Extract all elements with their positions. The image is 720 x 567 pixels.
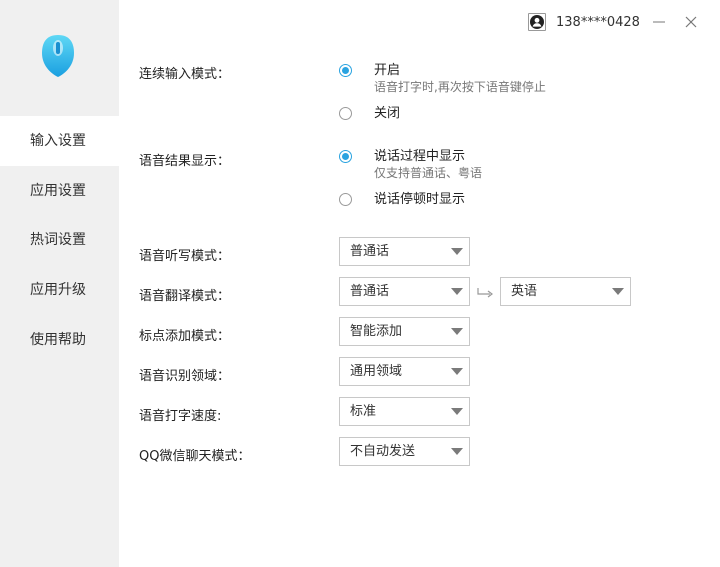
sidebar-item-app-settings[interactable]: 应用设置 [0,166,119,216]
minimize-icon [653,21,665,23]
punctuation-mode-label: 标点添加模式： [139,329,231,344]
chevron-down-icon [451,368,463,375]
radio-hint: 仅支持普通话、粤语 [374,166,483,180]
radio-continuous-on[interactable] [339,64,352,77]
translation-target-select[interactable]: 英语 [500,277,631,306]
close-button[interactable] [683,12,699,32]
sidebar-item-input-settings[interactable]: 输入设置 [0,116,119,166]
chevron-down-icon [451,328,463,335]
radio-label: 关闭 [374,106,401,121]
sidebar-item-hotword-settings[interactable]: 热词设置 [0,215,119,265]
sidebar-item-help[interactable]: 使用帮助 [0,315,119,365]
recognition-domain-label: 语音识别领域： [139,369,231,384]
select-value: 通用领域 [350,364,403,379]
translate-arrow-icon [477,288,493,298]
translation-mode-label: 语音翻译模式： [139,289,231,304]
select-value: 普通话 [350,284,390,299]
chevron-down-icon [451,408,463,415]
display-on-pause-option[interactable]: 说话停顿时显示 [339,192,465,208]
user-account[interactable]: 138****0428 [528,12,640,32]
radio-label: 开启 [374,63,401,78]
radio-hint: 语音打字时,再次按下语音键停止 [374,80,546,94]
radio-display-on-pause[interactable] [339,193,352,206]
microphone-logo-icon [42,35,74,77]
result-display-label: 语音结果显示： [139,154,231,169]
sidebar: 输入设置 应用设置 热词设置 应用升级 使用帮助 [0,0,119,567]
continuous-input-label: 连续输入模式： [139,67,231,82]
radio-label: 说话过程中显示 [374,149,466,164]
sidebar-item-app-upgrade[interactable]: 应用升级 [0,265,119,315]
punctuation-mode-select[interactable]: 智能添加 [339,317,470,346]
radio-label: 说话停顿时显示 [374,192,466,207]
typing-speed-label: 语音打字速度: [139,409,222,424]
chevron-down-icon [451,288,463,295]
user-avatar-icon [528,13,546,31]
chat-mode-label: QQ微信聊天模式： [139,449,251,464]
translation-source-select[interactable]: 普通话 [339,277,470,306]
radio-display-while-speaking[interactable] [339,150,352,163]
select-value: 不自动发送 [350,444,416,459]
select-value: 智能添加 [350,324,403,339]
continuous-off-option[interactable]: 关闭 [339,106,400,122]
chevron-down-icon [451,248,463,255]
continuous-on-option[interactable]: 开启 语音打字时,再次按下语音键停止 [339,63,546,96]
chat-mode-select[interactable]: 不自动发送 [339,437,470,466]
select-value: 标准 [350,404,377,419]
chevron-down-icon [612,288,624,295]
recognition-domain-select[interactable]: 通用领域 [339,357,470,386]
typing-speed-select[interactable]: 标准 [339,397,470,426]
minimize-button[interactable] [651,12,667,32]
select-value: 英语 [511,284,538,299]
close-icon [685,16,697,28]
username: 138****0428 [556,14,640,30]
dictation-mode-select[interactable]: 普通话 [339,237,470,266]
radio-continuous-off[interactable] [339,107,352,120]
chevron-down-icon [451,448,463,455]
select-value: 普通话 [350,244,390,259]
dictation-mode-label: 语音听写模式： [139,249,231,264]
display-while-speaking-option[interactable]: 说话过程中显示 仅支持普通话、粤语 [339,149,482,182]
